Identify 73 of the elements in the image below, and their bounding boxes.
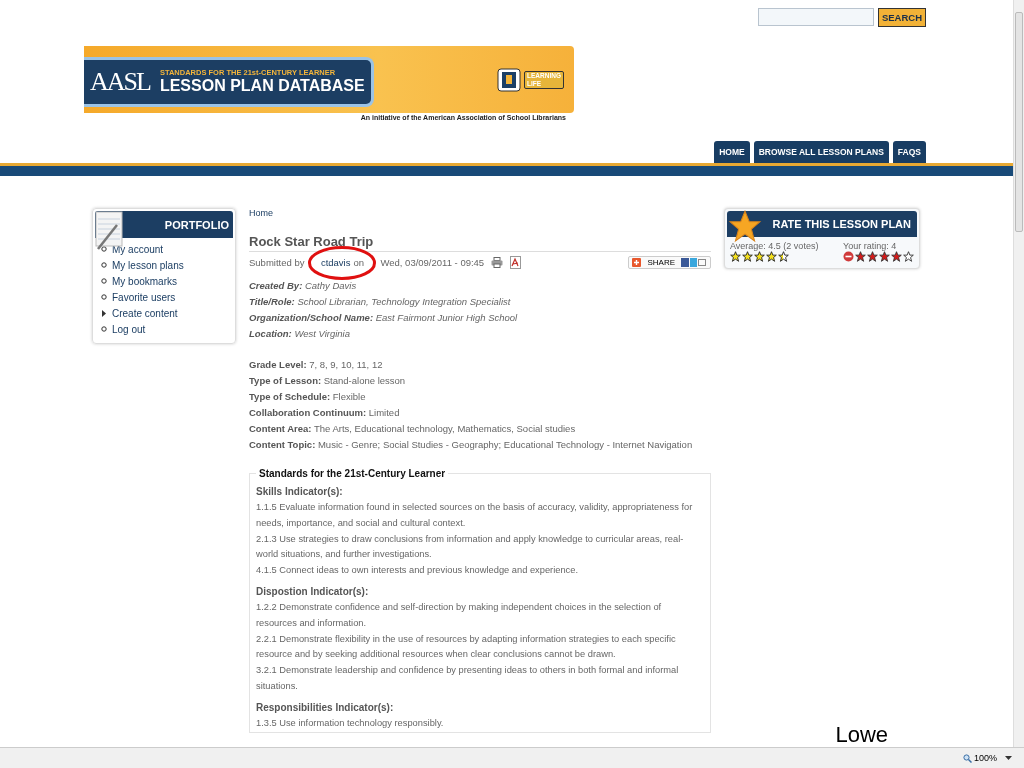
submitted-date: Wed, 03/09/2011 - 09:45 xyxy=(380,257,485,268)
bullet-icon xyxy=(101,278,107,284)
star-icon xyxy=(730,251,741,262)
share-button[interactable]: SHARE xyxy=(628,256,711,269)
portfolio-link[interactable]: Favorite users xyxy=(112,291,176,303)
portfolio-link[interactable]: Create content xyxy=(112,307,178,319)
bullet-icon xyxy=(101,262,107,268)
vertical-scrollbar[interactable] xyxy=(1013,0,1024,747)
zoom-control[interactable]: 100% xyxy=(962,753,997,763)
social-icons-drawing xyxy=(681,258,707,267)
average-rating-label: Average: 4.5 (2 votes) xyxy=(730,241,819,251)
lesson-title: Rock Star Road Trip xyxy=(249,234,711,252)
rating-title: RATE THIS LESSON PLAN xyxy=(772,218,911,230)
detail-field: Type of Lesson: Stand-alone lesson xyxy=(249,373,711,389)
star-icon[interactable] xyxy=(891,251,902,262)
indicator-text: 1.2.2 Demonstrate confidence and self-direction by making independent choices in the selection of resources and information. xyxy=(256,601,663,630)
star-icon xyxy=(766,251,777,262)
indicator-text: 2.2.1 Demonstrate flexibility in the use of resources by adapting information strategies to each specific resource and by seeking additional resources when clear conclusions cannot be drawn. xyxy=(256,632,677,662)
indicator-heading: Skills Indicator(s): xyxy=(256,485,344,499)
plus-icon xyxy=(632,258,642,267)
portfolio-link[interactable]: Log out xyxy=(112,323,146,335)
star-icon[interactable] xyxy=(903,251,914,262)
search-button[interactable]: SEARCH xyxy=(877,8,926,27)
magnifier-icon xyxy=(962,753,972,763)
search-field[interactable] xyxy=(757,8,874,26)
star-icon xyxy=(728,209,762,243)
indicator-text: 4.1.5 Connect ideas to own interests and previous knowledge and experience. xyxy=(256,564,579,578)
portfolio-link[interactable]: My lesson plans xyxy=(112,259,184,271)
star-icon[interactable] xyxy=(867,251,878,262)
pdf-icon[interactable] xyxy=(510,256,522,269)
book-logo-icon xyxy=(497,67,522,92)
star-icon[interactable] xyxy=(879,251,890,262)
submitted-on-label: on xyxy=(353,257,365,268)
indicator-text: 1.3.5 Use information technology responsibly. xyxy=(256,716,445,730)
bullet-icon xyxy=(101,246,107,252)
portfolio-link[interactable]: My bookmarks xyxy=(112,275,177,287)
star-icon xyxy=(742,251,753,262)
caret-icon[interactable] xyxy=(1005,756,1012,760)
indicator-heading: Responsibilities Indicator(s): xyxy=(256,700,395,715)
standards-legend: Standards for the 21st-Century Learner xyxy=(256,468,449,479)
detail-field: Content Area: The Arts, Educational technology, Mathematics, Social studies xyxy=(249,421,711,437)
star-icon[interactable] xyxy=(855,251,866,262)
banner-title: LESSON PLAN DATABASE xyxy=(159,77,365,95)
nav-tab[interactable]: BROWSE ALL LESSON PLANS xyxy=(753,141,889,163)
creator-field: Organization/School Name: East Fairmont Junior High School xyxy=(249,310,711,326)
expand-arrow-icon xyxy=(101,309,107,317)
bullet-icon xyxy=(101,294,107,300)
annotation-text: Lowe xyxy=(835,723,888,747)
scrollbar-thumb[interactable] xyxy=(1015,12,1023,232)
star-icon xyxy=(754,251,765,262)
nav-tab[interactable]: HOME xyxy=(714,141,750,163)
creator-field: Location: West Virginia xyxy=(249,326,711,342)
breadcrumb-link[interactable]: Home xyxy=(249,208,273,218)
your-rating-label: Your rating: 4 xyxy=(843,241,898,251)
star-icon xyxy=(778,251,789,262)
author-link[interactable]: ctdavis xyxy=(320,257,351,268)
detail-field: Grade Level: 7, 8, 9, 10, 11, 12 xyxy=(249,357,711,373)
nav-tab[interactable]: FAQS xyxy=(892,141,926,163)
creator-field: Created By: Cathy Davis xyxy=(249,278,711,294)
detail-field: Collaboration Continuum: Limited xyxy=(249,405,711,421)
cancel-rating-icon[interactable] xyxy=(843,251,854,262)
logo-text: AASL xyxy=(90,66,150,97)
indicator-text: 1.1.5 Evaluate information found in selected sources on the basis of accuracy, validity, appropriateness for needs, importance, and social and cultural context. xyxy=(256,501,694,530)
indicator-text: 3.2.1 Demonstrate leadership and confidence by presenting ideas to others in both formal and informal situations. xyxy=(256,664,680,693)
portfolio-title: PORTFOLIO xyxy=(164,218,229,231)
printer-icon[interactable] xyxy=(491,257,504,268)
indicator-heading: Dispostion Indicator(s): xyxy=(256,585,370,599)
indicator-text: 2.1.3 Use strategies to draw conclusions from information and apply knowledge to curricular areas, real-world situations, and further investigations. xyxy=(256,532,685,562)
detail-field: Type of Schedule: Flexible xyxy=(249,389,711,405)
creator-field: Title/Role: School Librarian, Technology Integration Specialist xyxy=(249,294,711,310)
submitted-label: Submitted by xyxy=(249,257,305,268)
detail-field: Content Topic: Music - Genre; Social Studies - Geography; Educational Technology - Internet Navigation xyxy=(249,437,711,453)
bullet-icon xyxy=(101,326,107,332)
